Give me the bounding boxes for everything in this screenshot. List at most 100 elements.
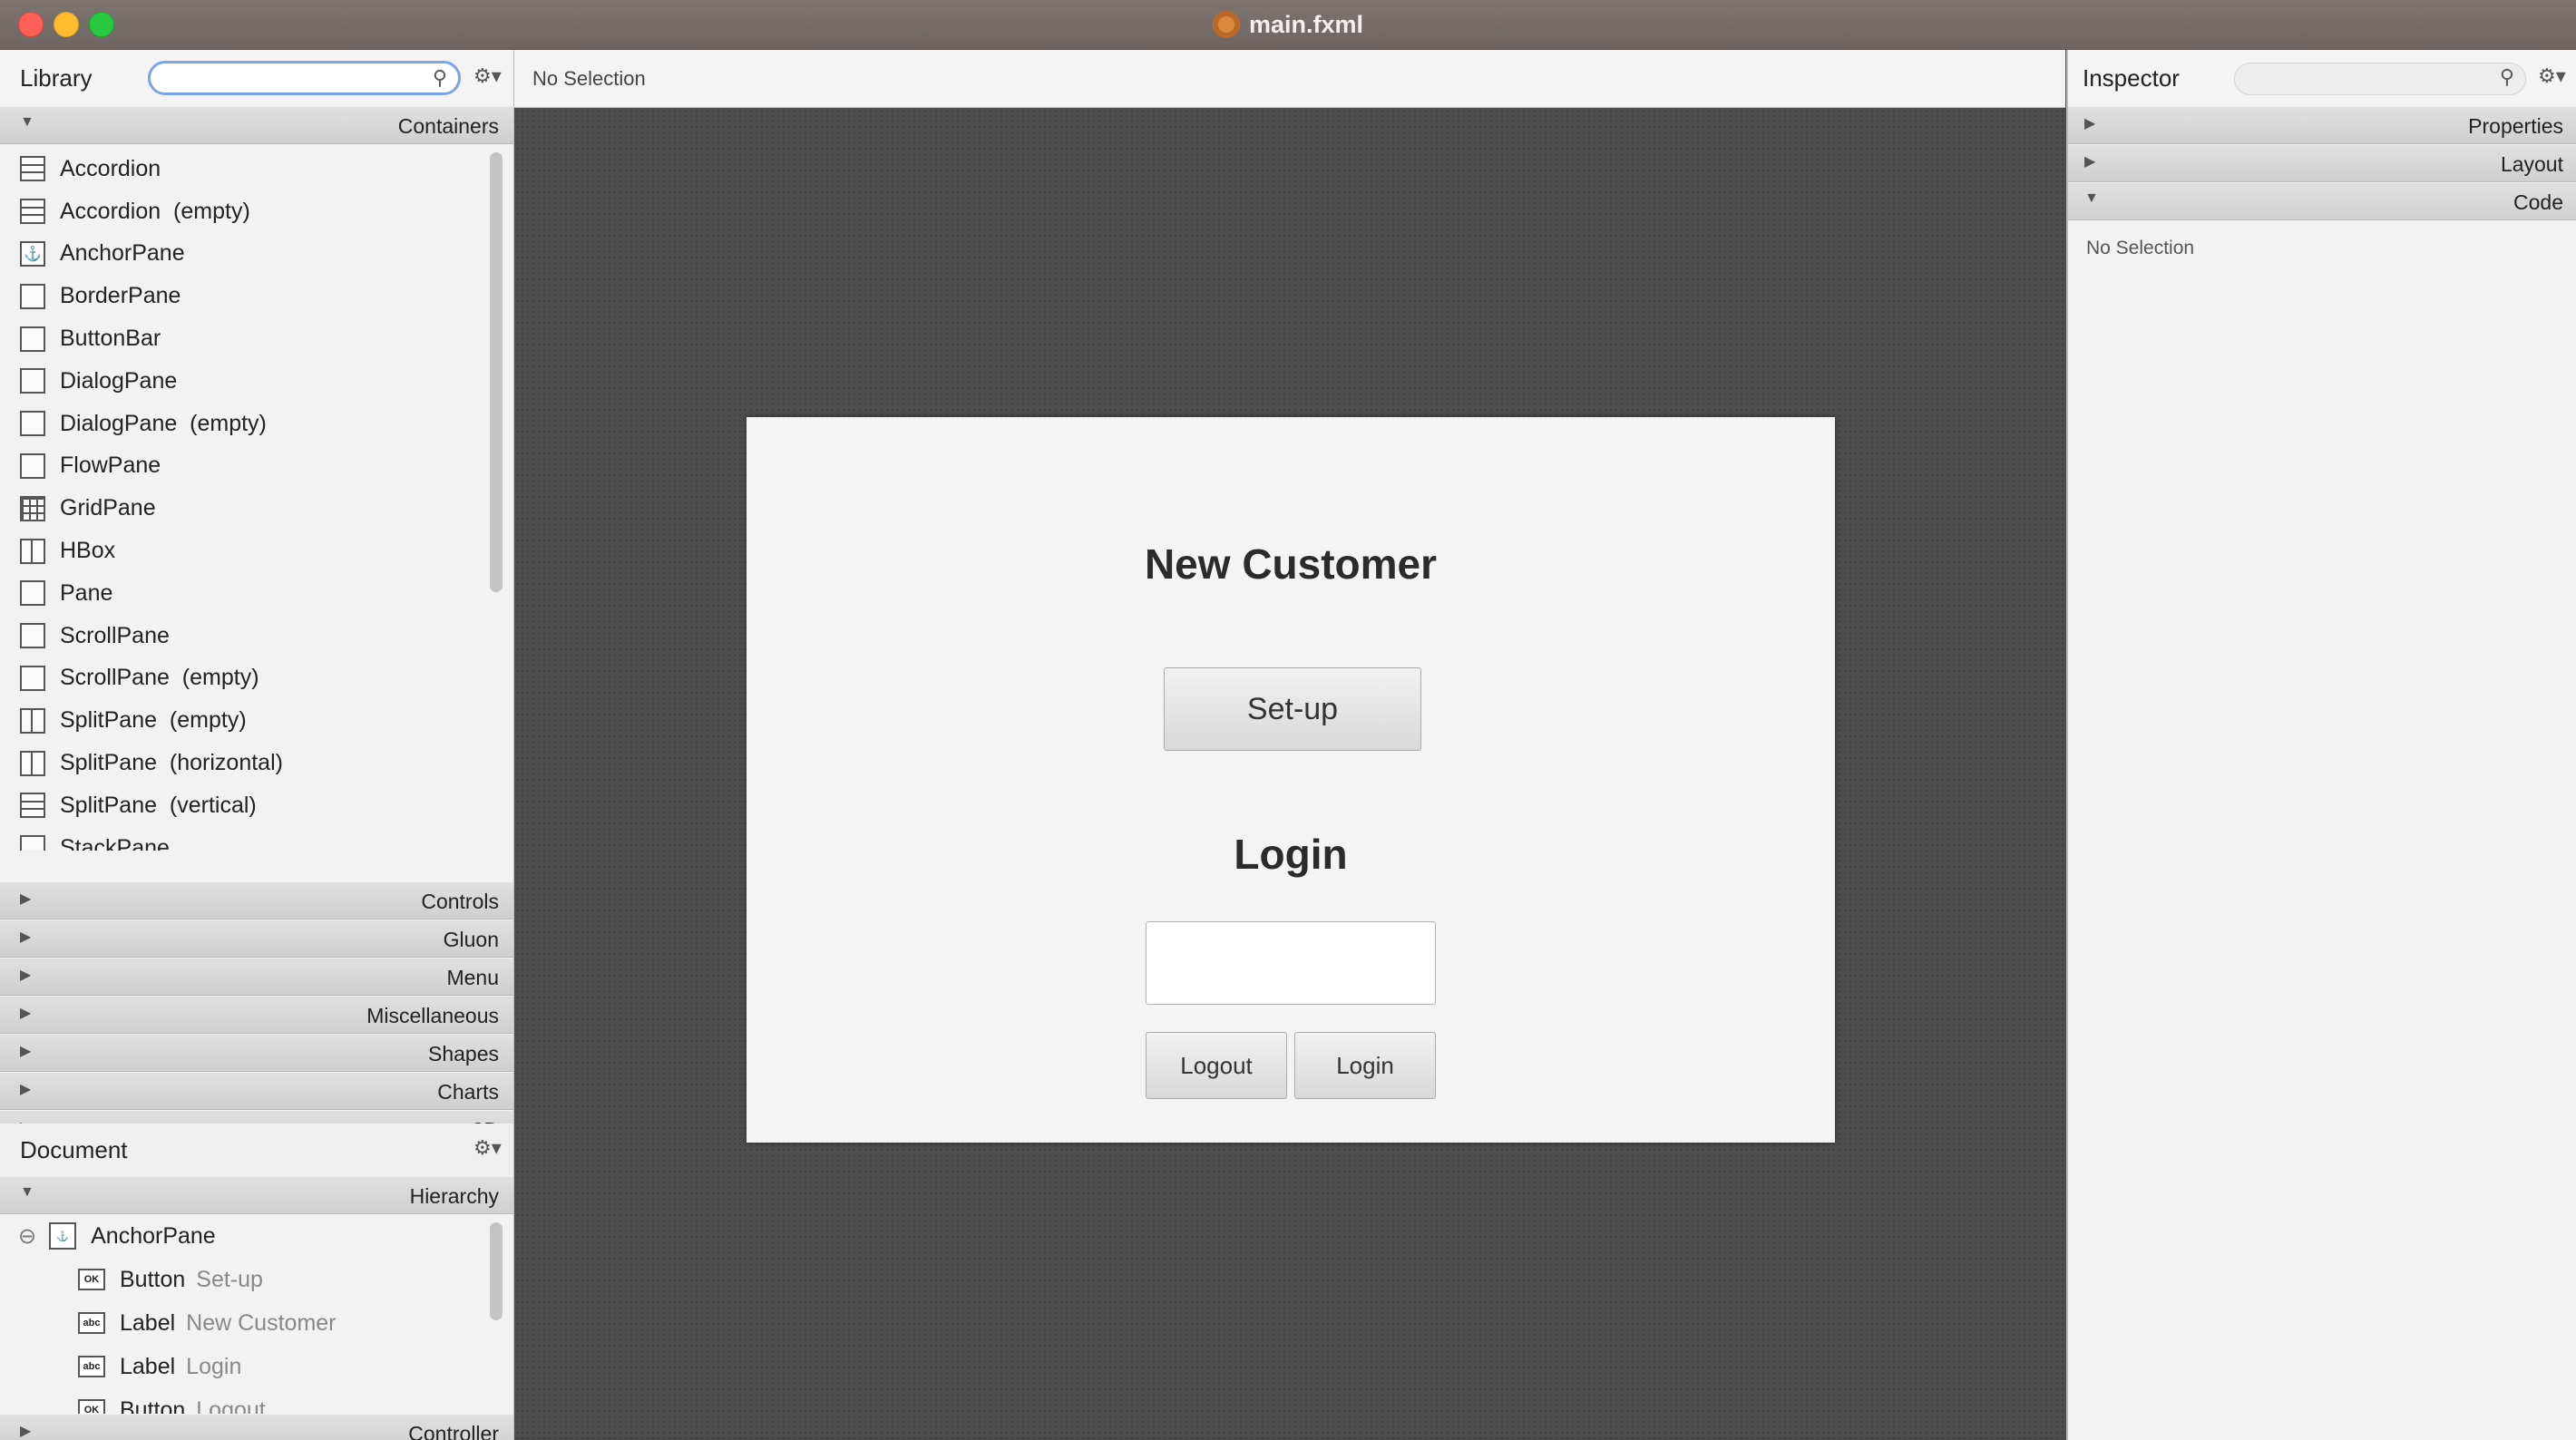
library-item[interactable]: SplitPane (vertical): [0, 784, 483, 827]
section-label: Gluon: [443, 928, 499, 951]
inspector-title: Inspector: [2083, 64, 2180, 92]
inspector-section-layout[interactable]: ▶ Layout: [2068, 145, 2576, 182]
library-settings-gear-icon[interactable]: ⚙▾: [473, 64, 502, 88]
library-item[interactable]: ScrollPane: [0, 615, 483, 657]
inspector-settings-gear-icon[interactable]: ⚙▾: [2538, 64, 2566, 88]
library-item-label: SplitPane (empty): [60, 707, 247, 734]
hierarchy-scrollbar[interactable]: [490, 1222, 503, 1320]
document-settings-gear-icon[interactable]: ⚙▾: [473, 1136, 502, 1160]
label-icon: abc: [78, 1356, 105, 1377]
library-item-label: SplitPane (vertical): [60, 792, 257, 818]
section-miscellaneous[interactable]: ▶ Miscellaneous: [0, 997, 513, 1034]
library-item[interactable]: Accordion: [0, 148, 483, 190]
library-item-label: Pane: [60, 579, 113, 606]
search-icon: ⚲: [432, 66, 447, 89]
inspector-panel: Inspector ⚲ ⚙▾ ▶ Properties ▶ Layout ▼ Code N…: [2066, 50, 2576, 1440]
library-item[interactable]: StackPane: [0, 827, 483, 851]
document-title: Document: [20, 1136, 128, 1163]
hierarchy-item[interactable]: OK Button Set-up: [0, 1258, 483, 1301]
library-item[interactable]: Pane: [0, 572, 483, 615]
accordion-icon: [20, 199, 45, 225]
hierarchy-item-value: Logout: [196, 1396, 266, 1415]
hierarchy-item[interactable]: abc Label Login: [0, 1345, 483, 1388]
library-item[interactable]: DialogPane (empty): [0, 403, 483, 445]
library-item[interactable]: HBox: [0, 530, 483, 572]
collapsed-arrow-icon: ▶: [2084, 154, 2096, 170]
library-item[interactable]: SplitPane (empty): [0, 699, 483, 742]
section-containers[interactable]: ▼ Containers: [0, 107, 513, 144]
section-shapes[interactable]: ▶ Shapes: [0, 1035, 513, 1072]
password-field[interactable]: [1146, 921, 1436, 1005]
section-gluon[interactable]: ▶ Gluon: [0, 920, 513, 958]
collapse-toggle-icon[interactable]: ⊖: [18, 1223, 36, 1250]
section-label: Charts: [437, 1080, 499, 1104]
border-pane-icon: [20, 283, 45, 309]
scene-builder-app-icon: [1212, 11, 1240, 38]
section-charts[interactable]: ▶ Charts: [0, 1073, 513, 1110]
library-item[interactable]: DialogPane: [0, 360, 483, 403]
button-bar-icon: [20, 326, 45, 352]
library-item-label: ScrollPane (empty): [60, 665, 259, 691]
library-title: Library: [20, 64, 93, 92]
library-item[interactable]: SplitPane (horizontal): [0, 742, 483, 784]
stack-pane-icon: [20, 835, 45, 851]
library-item-label: BorderPane: [60, 283, 181, 309]
collapsed-arrow-icon: ▶: [20, 1006, 32, 1021]
logout-button[interactable]: Logout: [1146, 1032, 1287, 1099]
hierarchy-item[interactable]: OK Button Logout: [0, 1388, 483, 1414]
section-hierarchy[interactable]: ▼ Hierarchy: [0, 1177, 513, 1214]
library-item[interactable]: GridPane: [0, 487, 483, 530]
collapsed-arrow-icon: ▶: [20, 1424, 32, 1439]
collapsed-arrow-icon: ▶: [20, 968, 32, 983]
hierarchy-item-type: Label: [120, 1309, 176, 1336]
search-icon: ⚲: [2499, 65, 2514, 88]
library-item-label: SplitPane (horizontal): [60, 750, 283, 776]
scene-builder-window: main.fxml Library ⚲ ⚙▾ ▼ Containers Acco…: [0, 0, 2576, 1440]
flow-pane-icon: [20, 452, 45, 479]
new-customer-label[interactable]: New Customer: [746, 540, 1835, 589]
section-menu[interactable]: ▶ Menu: [0, 958, 513, 996]
library-search-input[interactable]: ⚲: [148, 61, 461, 95]
login-label[interactable]: Login: [746, 830, 1835, 879]
button-icon: OK: [78, 1399, 105, 1414]
library-scrollbar[interactable]: [490, 152, 503, 592]
title-bar: main.fxml: [0, 0, 2576, 50]
hierarchy-item[interactable]: ⊖ ⚓ AnchorPane: [0, 1214, 483, 1258]
grid-pane-icon: [20, 495, 45, 521]
hierarchy-item-value: Login: [186, 1353, 242, 1379]
inspector-section-code[interactable]: ▼ Code: [2068, 183, 2576, 220]
library-item-label: StackPane: [60, 834, 170, 851]
library-item[interactable]: ScrollPane (empty): [0, 657, 483, 700]
collapsed-arrow-icon: ▶: [20, 1044, 32, 1059]
library-item-label: ScrollPane: [60, 622, 170, 648]
inspector-section-properties[interactable]: ▶ Properties: [2068, 107, 2576, 144]
section-containers-label: Containers: [397, 114, 499, 138]
section-controls[interactable]: ▶ Controls: [0, 882, 513, 919]
login-button[interactable]: Login: [1294, 1032, 1436, 1099]
library-item-label: Accordion: [60, 155, 161, 181]
anchor-pane-form[interactable]: New Customer Set-up Login Logout Login: [746, 417, 1835, 1143]
library-item[interactable]: Accordion (empty): [0, 190, 483, 233]
library-item[interactable]: BorderPane: [0, 275, 483, 317]
inspector-search-input[interactable]: ⚲: [2234, 63, 2526, 95]
library-item[interactable]: FlowPane: [0, 445, 483, 488]
section-controller[interactable]: ▶ Controller: [0, 1415, 513, 1440]
library-item[interactable]: ⚓ AnchorPane: [0, 233, 483, 276]
library-item-label: ButtonBar: [60, 326, 161, 352]
anchor-icon: ⚓: [20, 240, 45, 267]
library-item[interactable]: ButtonBar: [0, 317, 483, 360]
setup-button[interactable]: Set-up: [1164, 667, 1421, 751]
hbox-icon: [20, 538, 45, 564]
scroll-pane-icon: [20, 665, 45, 691]
hierarchy-item-type: AnchorPane: [91, 1222, 216, 1249]
inspector-section-label: Properties: [2468, 114, 2563, 138]
selection-status: No Selection: [532, 67, 646, 90]
document-header: Document ⚙▾: [0, 1124, 513, 1178]
accordion-icon: [20, 156, 45, 182]
window-title-group: main.fxml: [0, 0, 2576, 49]
label-icon: abc: [78, 1312, 105, 1334]
section-controller-label: Controller: [408, 1422, 499, 1440]
hierarchy-item[interactable]: abc Label New Customer: [0, 1301, 483, 1345]
inspector-section-label: Code: [2513, 190, 2563, 214]
collapsed-arrow-icon: ▶: [2084, 116, 2096, 131]
